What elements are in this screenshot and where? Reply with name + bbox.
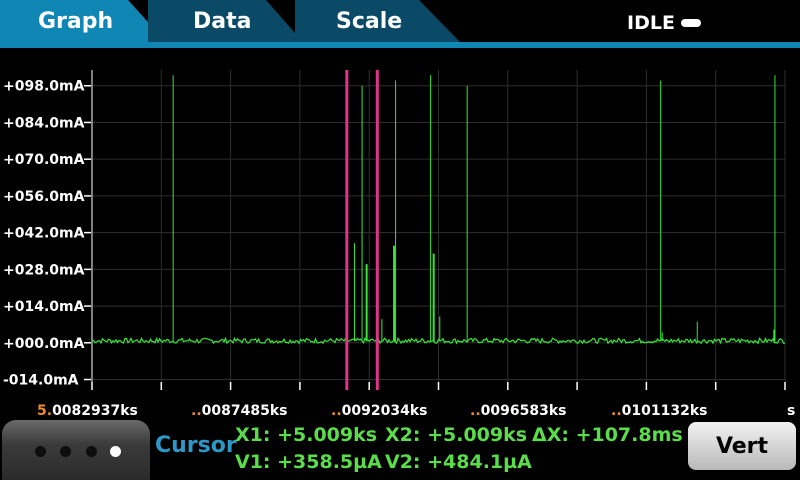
status-label: IDLE xyxy=(627,12,675,34)
swipe-handle[interactable] xyxy=(2,420,150,480)
cursor-title: Cursor xyxy=(155,433,237,458)
y-tick-label: +084.0mA xyxy=(3,115,85,131)
x-tick-label-1: ..0087485ks xyxy=(191,403,288,419)
x-tick-label-3: ..0096583ks xyxy=(470,403,567,419)
y-tick-label: +098.0mA xyxy=(3,79,85,95)
x-tick-label-2: ..0092034ks xyxy=(331,403,428,419)
idle-indicator-icon xyxy=(680,19,701,27)
graph-plot-area[interactable]: +098.0mA +084.0mA +070.0mA +056.0mA +042.0mA… xyxy=(0,48,800,400)
page-dot-2[interactable] xyxy=(60,446,71,457)
cursor-v1-value: V1: +358.5µA xyxy=(235,451,382,473)
tab-data[interactable]: Data xyxy=(148,0,303,42)
x-tick-label-4: ..0101132ks xyxy=(611,403,708,419)
y-tick-label: +042.0mA xyxy=(3,226,85,242)
tab-graph[interactable]: Graph xyxy=(0,0,166,42)
tab-scale[interactable]: Scale xyxy=(295,0,460,42)
x-unit-label: s xyxy=(787,403,796,419)
x-tick-label-0: 5.0082937ks xyxy=(37,403,138,419)
top-bar: Graph Data Scale IDLE xyxy=(0,0,800,48)
cursor-x2-value: X2: +5.009ks xyxy=(385,424,528,446)
cursor-delta-x-value: ΔX: +107.8ms xyxy=(532,424,683,446)
vert-button[interactable]: Vert xyxy=(688,422,796,470)
cursor-x1-value: X1: +5.009ks xyxy=(235,424,378,446)
y-tick-label: +000.0mA xyxy=(3,336,85,352)
page-dot-4[interactable] xyxy=(110,446,121,457)
instrument-status[interactable]: IDLE xyxy=(627,12,701,34)
y-tick-label: -014.0mA xyxy=(3,373,79,389)
y-tick-label: +070.0mA xyxy=(3,152,85,168)
y-tick-label: +056.0mA xyxy=(3,189,85,205)
y-tick-label: +028.0mA xyxy=(3,262,85,278)
y-tick-label: +014.0mA xyxy=(3,299,85,315)
page-dot-3[interactable] xyxy=(86,446,97,457)
page-dot-1[interactable] xyxy=(35,446,46,457)
cursor-v2-value: V2: +484.1µA xyxy=(385,451,532,473)
